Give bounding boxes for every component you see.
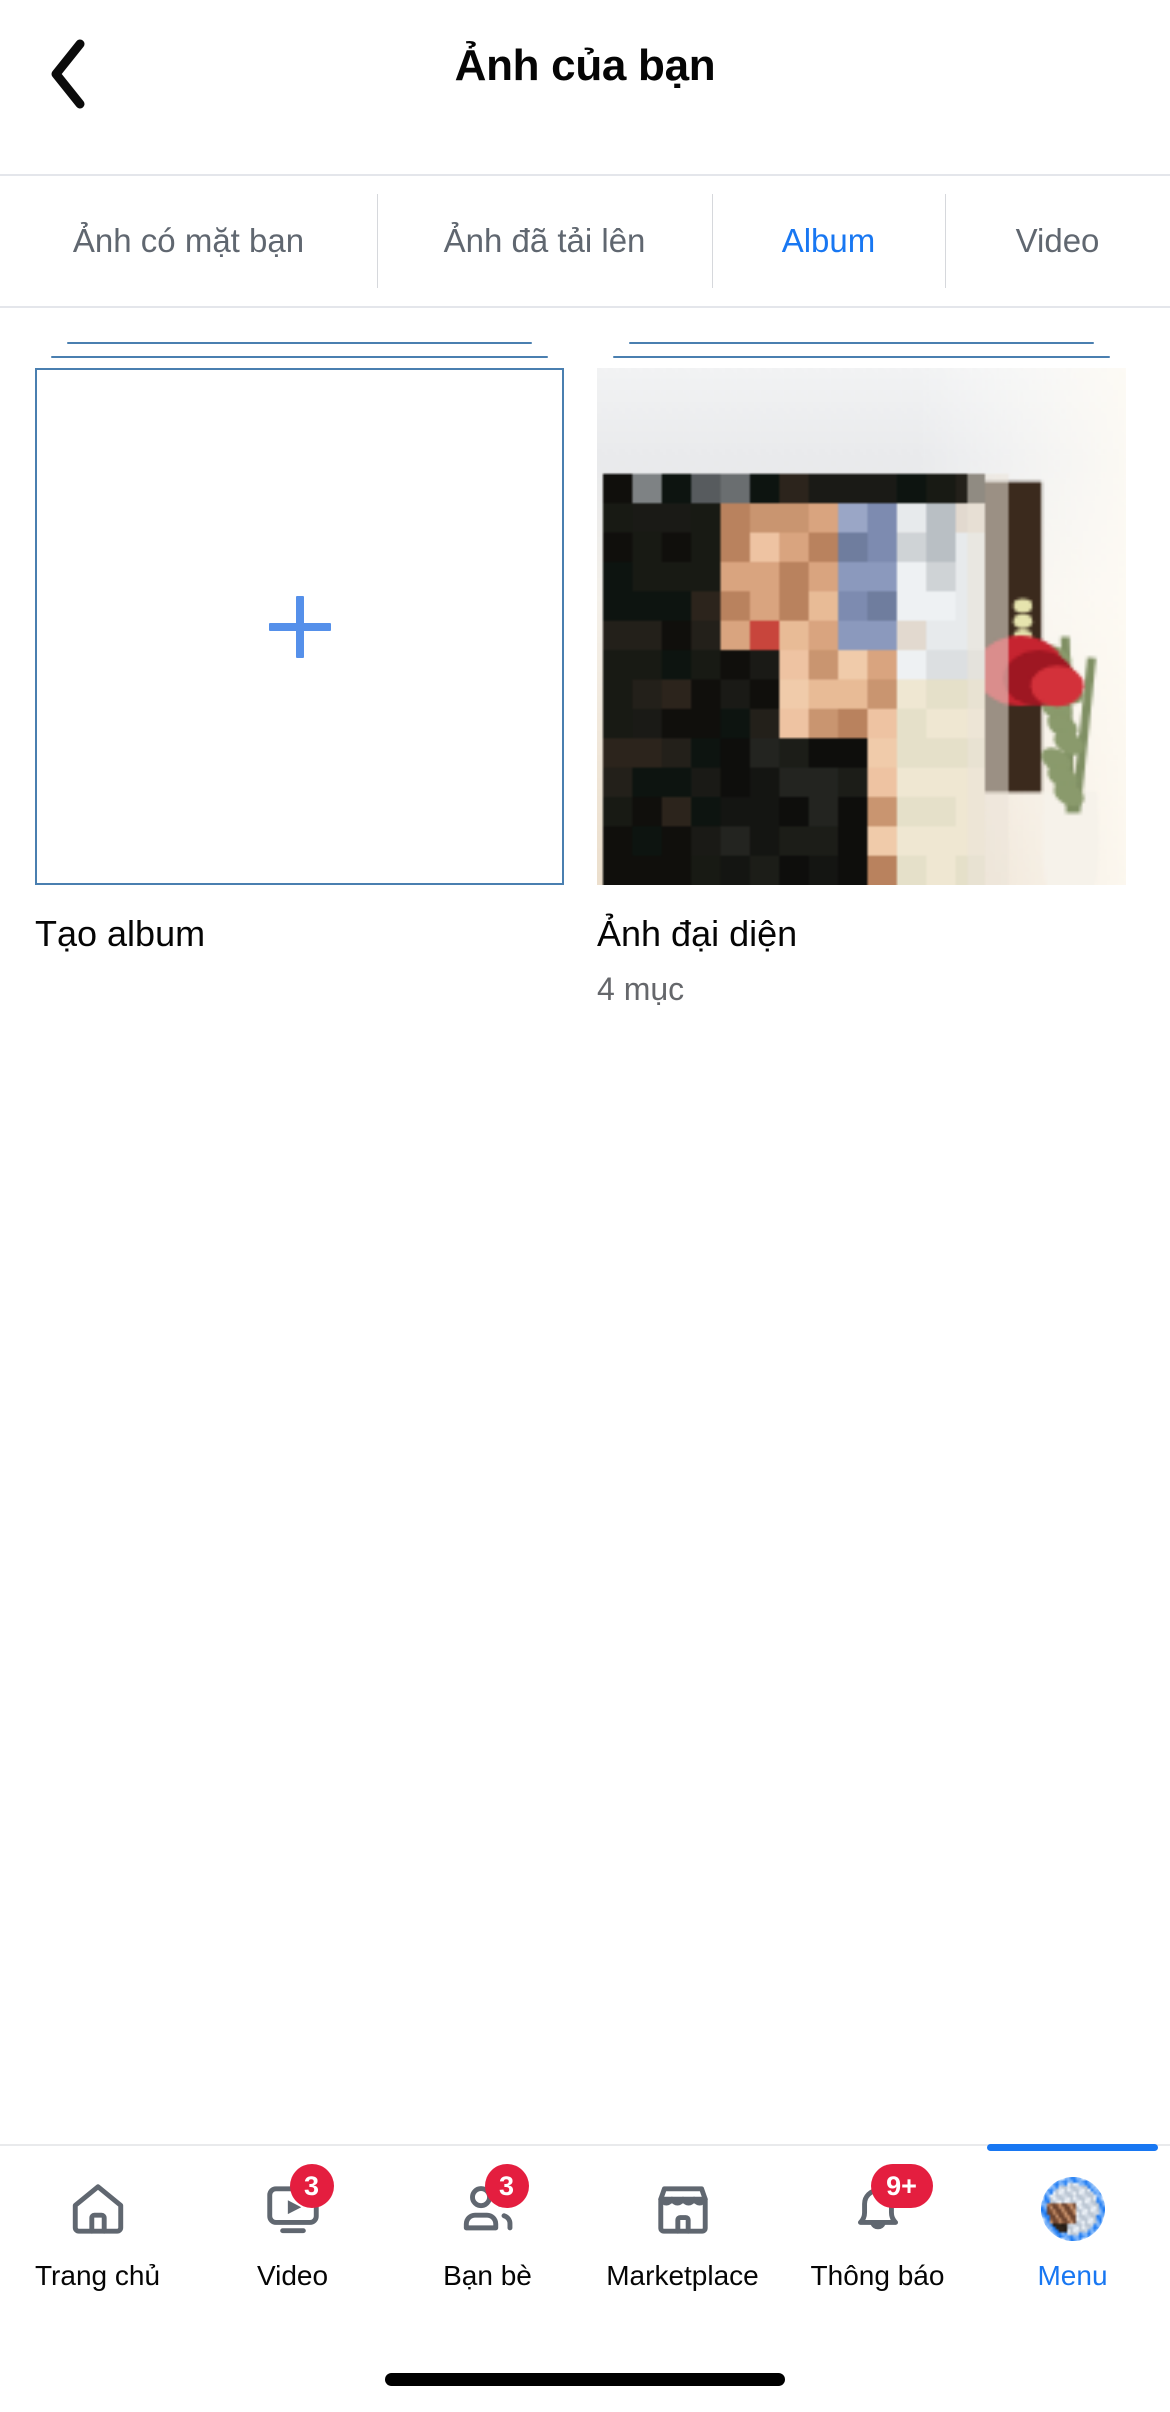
- tab-label: Ảnh đã tải lên: [443, 222, 646, 259]
- active-tab-indicator: [987, 2144, 1158, 2151]
- album-stack-lines: [597, 338, 1126, 368]
- nav-label: Trang chủ: [34, 2260, 161, 2291]
- tab-video[interactable]: Video: [945, 176, 1170, 306]
- nav-item-home[interactable]: Trang chủ: [0, 2146, 195, 2346]
- album-content-area: Tạo album Ảnh đại diện 4 mục: [0, 308, 1170, 2144]
- album-cell-create: Tạo album: [35, 338, 564, 1009]
- friends-badge: 3: [484, 2164, 529, 2208]
- nav-item-notifications[interactable]: 9+ Thông báo: [780, 2146, 975, 2346]
- album-thumbnail-tile[interactable]: [597, 368, 1126, 885]
- tab-label: Video: [1015, 222, 1100, 259]
- tab-album[interactable]: Album: [712, 176, 945, 306]
- stack-line-top: [629, 342, 1094, 344]
- stack-line-top: [67, 342, 532, 344]
- home-indicator: [385, 2373, 785, 2386]
- album-cover-image: [597, 368, 1126, 885]
- tab-photos-of-you[interactable]: Ảnh có mặt bạn: [0, 176, 377, 306]
- tab-label: Ảnh có mặt bạn: [72, 222, 305, 259]
- album-grid: Tạo album Ảnh đại diện 4 mục: [0, 338, 1170, 1009]
- photos-tab-bar: Ảnh có mặt bạn Ảnh đã tải lên Album Vide…: [0, 176, 1170, 308]
- nav-label: Video: [256, 2260, 329, 2291]
- nav-label: Thông báo: [810, 2260, 945, 2291]
- stack-line-middle: [51, 356, 548, 358]
- album-title: Tạo album: [35, 913, 206, 954]
- stack-line-middle: [613, 356, 1110, 358]
- video-icon: 3: [256, 2164, 334, 2246]
- friends-icon: 3: [451, 2164, 529, 2246]
- page-title: Ảnh của bạn: [454, 41, 716, 90]
- bell-icon: 9+: [841, 2164, 933, 2246]
- notifications-badge: 9+: [870, 2164, 933, 2208]
- avatar-icon: [1036, 2172, 1110, 2246]
- nav-label: Marketplace: [606, 2260, 759, 2291]
- nav-label: Bạn bè: [443, 2260, 532, 2291]
- nav-item-video[interactable]: 3 Video: [195, 2146, 390, 2346]
- bottom-navigation-bar: Trang chủ 3 Video 3 Bạn bè Marketplace 9…: [0, 2144, 1170, 2412]
- tab-uploaded-photos[interactable]: Ảnh đã tải lên: [377, 176, 712, 306]
- create-album-tile[interactable]: [35, 368, 564, 885]
- album-cell-profile-pictures: Ảnh đại diện 4 mục: [597, 338, 1126, 1009]
- nav-label: Menu: [1037, 2260, 1108, 2291]
- album-title: Ảnh đại diện: [597, 913, 798, 954]
- nav-item-marketplace[interactable]: Marketplace: [585, 2146, 780, 2346]
- nav-item-menu[interactable]: Menu: [975, 2144, 1170, 2346]
- home-icon: [61, 2172, 135, 2246]
- marketplace-icon: [646, 2172, 720, 2246]
- video-badge: 3: [289, 2164, 334, 2208]
- album-stack-lines: [35, 338, 564, 368]
- tab-label: Album: [781, 222, 876, 259]
- plus-icon: [268, 595, 331, 658]
- album-item-count: 4 mục: [597, 971, 685, 1007]
- nav-item-friends[interactable]: 3 Bạn bè: [390, 2146, 585, 2346]
- page-header: Ảnh của bạn: [0, 0, 1170, 176]
